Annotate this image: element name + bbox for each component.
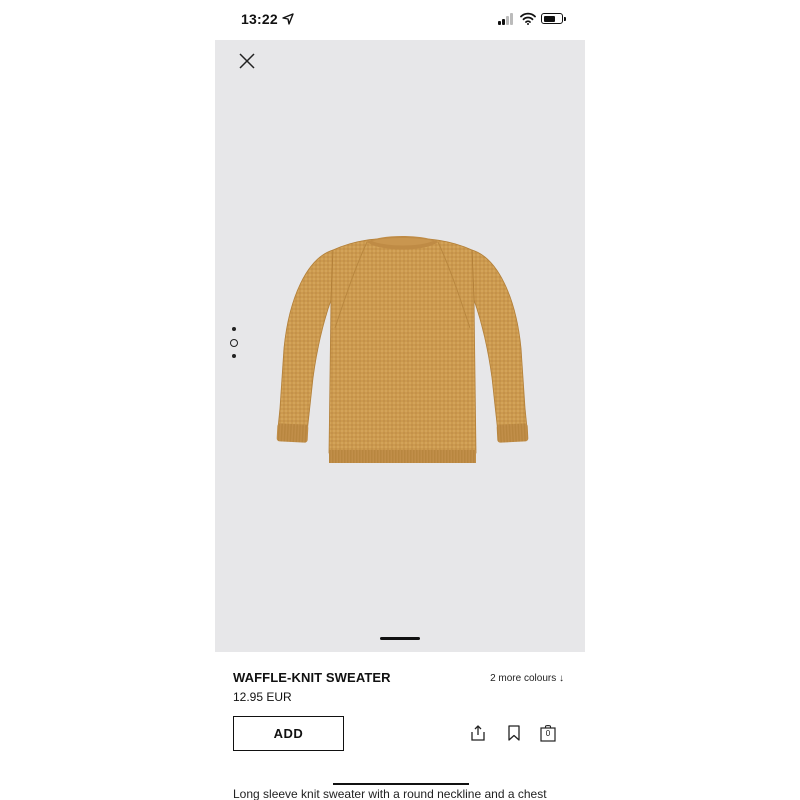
- pager-dot-active[interactable]: [230, 339, 238, 347]
- gallery-pager[interactable]: [229, 327, 239, 361]
- product-price: 12.95 EUR: [233, 690, 292, 704]
- status-bar: 13:22: [215, 0, 585, 40]
- product-image-gallery[interactable]: [215, 40, 585, 652]
- home-indicator: [333, 783, 469, 785]
- battery-icon: [541, 13, 566, 24]
- close-icon[interactable]: [236, 50, 258, 72]
- wifi-icon: [520, 12, 536, 25]
- add-to-bag-button[interactable]: ADD: [233, 716, 344, 751]
- bookmark-icon[interactable]: [505, 724, 523, 742]
- product-title: WAFFLE-KNIT SWEATER: [233, 670, 391, 685]
- more-colours-link[interactable]: 2 more colours ↓: [490, 673, 564, 684]
- pager-dot[interactable]: [232, 327, 236, 331]
- share-icon[interactable]: [469, 724, 487, 742]
- shopping-bag-button[interactable]: 0: [539, 724, 557, 742]
- status-time: 13:22: [241, 11, 278, 27]
- product-description: Long sleeve knit sweater with a round ne…: [233, 787, 547, 800]
- pager-dot[interactable]: [232, 354, 236, 358]
- product-screen: 13:22 WAFFLE-KNIT SWEATER 2 more colours…: [215, 0, 585, 800]
- sweater-image: [276, 236, 529, 463]
- bag-count-badge: 0: [545, 729, 551, 738]
- gallery-scroll-indicator: [380, 637, 420, 640]
- cellular-signal-icon: [498, 13, 516, 25]
- location-arrow-icon: [282, 13, 294, 25]
